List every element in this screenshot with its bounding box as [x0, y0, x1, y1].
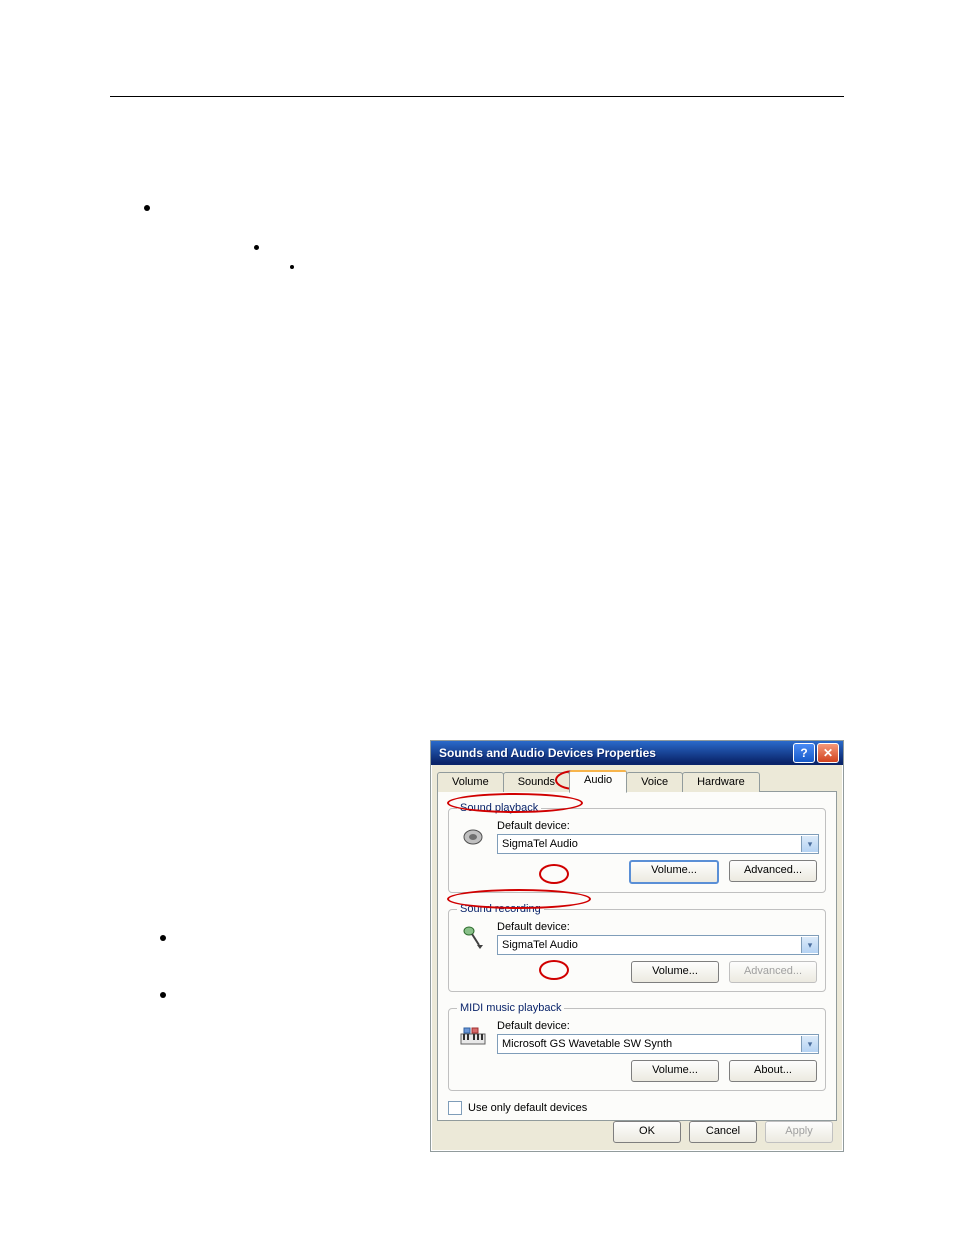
dialog-title: Sounds and Audio Devices Properties [435, 746, 656, 760]
chevron-down-icon: ▾ [801, 836, 818, 852]
tab-audio[interactable]: Audio [569, 770, 627, 793]
sounds-audio-dialog: Sounds and Audio Devices Properties ? ✕ … [430, 740, 844, 1152]
use-default-checkbox[interactable] [448, 1101, 462, 1115]
chevron-down-icon: ▾ [801, 937, 818, 953]
close-button[interactable]: ✕ [817, 743, 839, 763]
midi-volume-button[interactable]: Volume... [631, 1060, 719, 1082]
playback-volume-button[interactable]: Volume... [629, 860, 719, 884]
bullet [290, 265, 294, 269]
recording-volume-button[interactable]: Volume... [631, 961, 719, 983]
midi-device-dropdown[interactable]: Microsoft GS Wavetable SW Synth ▾ [497, 1034, 819, 1054]
playback-advanced-button[interactable]: Advanced... [729, 860, 817, 882]
midi-about-button[interactable]: About... [729, 1060, 817, 1082]
legend-sound-playback: Sound playback [457, 802, 541, 814]
use-default-label: Use only default devices [468, 1102, 587, 1114]
ok-button[interactable]: OK [613, 1121, 681, 1143]
group-sound-playback: Sound playback Default device: SigmaTel … [448, 802, 826, 893]
speaker-icon [459, 825, 487, 849]
playback-device-value: SigmaTel Audio [498, 838, 801, 850]
group-sound-recording: Sound recording Default device: SigmaTel… [448, 903, 826, 992]
audio-panel: Sound playback Default device: SigmaTel … [437, 792, 837, 1121]
midi-device-value: Microsoft GS Wavetable SW Synth [498, 1038, 801, 1050]
apply-button: Apply [765, 1121, 833, 1143]
chevron-down-icon: ▾ [801, 1036, 818, 1052]
recording-advanced-button: Advanced... [729, 961, 817, 983]
legend-midi-playback: MIDI music playback [457, 1002, 564, 1014]
playback-device-dropdown[interactable]: SigmaTel Audio ▾ [497, 834, 819, 854]
titlebar: Sounds and Audio Devices Properties ? ✕ [431, 741, 843, 765]
recording-device-value: SigmaTel Audio [498, 939, 801, 951]
page-header-rule [110, 96, 844, 97]
recording-default-label: Default device: [497, 921, 817, 933]
help-button[interactable]: ? [793, 743, 815, 763]
footer-buttons: OK Cancel Apply [613, 1121, 833, 1143]
titlebar-buttons: ? ✕ [793, 743, 839, 763]
legend-sound-recording: Sound recording [457, 903, 544, 915]
group-midi-playback: MIDI music playback [448, 1002, 826, 1091]
tab-hardware[interactable]: Hardware [682, 772, 760, 792]
bullet [160, 935, 166, 941]
bullet [144, 205, 150, 211]
recording-device-dropdown[interactable]: SigmaTel Audio ▾ [497, 935, 819, 955]
tab-volume[interactable]: Volume [437, 772, 504, 792]
use-default-row: Use only default devices [448, 1101, 826, 1115]
cancel-button[interactable]: Cancel [689, 1121, 757, 1143]
bullet [160, 992, 166, 998]
tab-strip: Volume Sounds Audio Voice Hardware [437, 771, 837, 792]
tab-voice[interactable]: Voice [626, 772, 683, 792]
tab-sounds[interactable]: Sounds [503, 772, 570, 792]
bullet [254, 245, 259, 250]
midi-keyboard-icon [458, 1026, 488, 1048]
midi-default-label: Default device: [497, 1020, 817, 1032]
playback-default-label: Default device: [497, 820, 817, 832]
microphone-icon [459, 925, 487, 951]
